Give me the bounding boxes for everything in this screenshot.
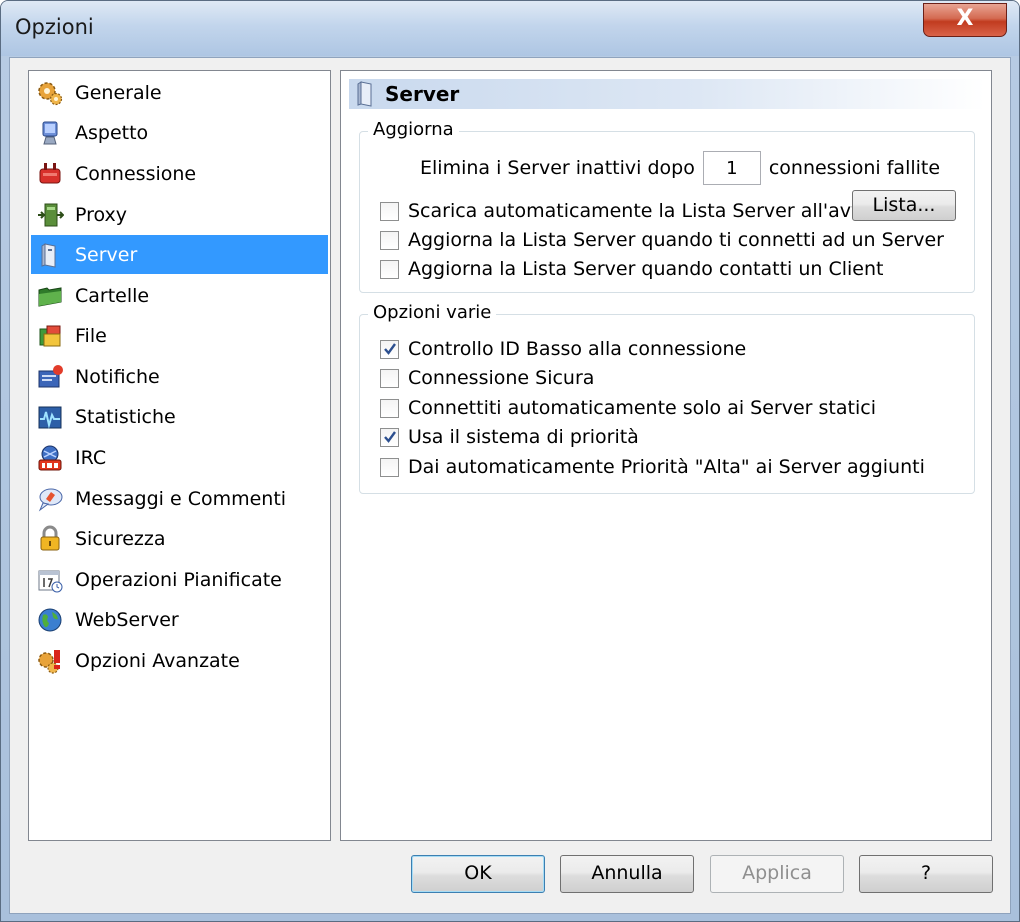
gears-icon [35,78,65,108]
sidebar-item-label: Cartelle [75,284,150,307]
remove-inactive-row: Elimina i Server inattivi dopo connessio… [420,151,940,185]
proxy-icon [35,200,65,230]
notification-icon [35,362,65,392]
group-title-opzioni-varie: Opzioni varie [368,302,497,323]
server-settings-panel: Server Aggiorna Elimina i Server inattiv… [340,70,992,841]
remove-inactive-suffix: connessioni fallite [768,157,941,179]
panel-title: Server [385,82,460,106]
statistics-icon [35,402,65,432]
sidebar-item-label: Statistiche [75,405,176,428]
lock-icon [35,524,65,554]
checkbox[interactable] [380,259,399,279]
dialog-client-area: Generale Aspetto Connessione Proxy Serve… [9,57,1011,914]
server-icon [355,80,379,108]
options-category-list: Generale Aspetto Connessione Proxy Serve… [28,70,331,841]
option-update-on-server-connect[interactable]: Aggiorna la Lista Server quando ti conne… [380,229,944,251]
sidebar-item-operazioni-pianificate[interactable]: Operazioni Pianificate [31,560,328,599]
server-list-button[interactable]: Lista... [852,190,956,221]
option-download-list-on-startup[interactable]: Scarica automaticamente la Lista Server … [380,200,879,222]
sidebar-item-generale[interactable]: Generale [31,73,328,112]
plug-icon [35,159,65,189]
checkbox-checked[interactable] [380,427,399,447]
sidebar-item-label: Opzioni Avanzate [75,649,240,672]
failed-connections-input[interactable] [702,151,761,185]
sidebar-item-statistiche[interactable]: Statistiche [31,397,328,436]
cancel-button[interactable]: Annulla [560,855,694,893]
sidebar-item-label: WebServer [75,608,179,631]
option-priority-system[interactable]: Usa il sistema di priorità [380,426,639,448]
sidebar-item-label: Operazioni Pianificate [75,568,282,591]
ok-button[interactable]: OK [411,855,545,893]
sidebar-item-label: IRC [75,446,107,469]
sidebar-item-label: Connessione [75,162,197,185]
sidebar-item-label: Aspetto [75,121,149,144]
option-update-on-client-contact[interactable]: Aggiorna la Lista Server quando contatti… [380,258,884,280]
option-label: Aggiorna la Lista Server quando contatti… [408,258,884,280]
sidebar-item-label: Messaggi e Commenti [75,487,287,510]
messages-icon [35,484,65,514]
option-label: Connettiti automaticamente solo ai Serve… [408,397,876,419]
sidebar-item-label: Generale [75,81,162,104]
sidebar-item-proxy[interactable]: Proxy [31,195,328,234]
irc-icon [35,443,65,473]
sidebar-item-label: Server [75,243,138,266]
sidebar-item-aspetto[interactable]: Aspetto [31,113,328,152]
sidebar-item-label: File [75,324,107,347]
title-bar[interactable]: Opzioni X [1,1,1019,56]
close-button[interactable]: X [923,3,1007,37]
option-high-priority-added[interactable]: Dai automaticamente Priorità "Alta" ai S… [380,456,925,478]
checkbox[interactable] [380,398,399,418]
checkbox-checked[interactable] [380,339,399,359]
monitor-icon [35,118,65,148]
option-auto-connect-static[interactable]: Connettiti automaticamente solo ai Serve… [380,397,876,419]
apply-button[interactable]: Applica [710,855,844,893]
remove-inactive-prefix: Elimina i Server inattivi dopo [420,157,695,179]
option-label: Connessione Sicura [408,367,595,389]
option-label: Controllo ID Basso alla connessione [408,338,747,360]
sidebar-item-cartelle[interactable]: Cartelle [31,276,328,315]
update-group: Aggiorna Elimina i Server inattivi dopo … [359,119,975,293]
checkbox[interactable] [380,230,399,250]
sidebar-item-file[interactable]: File [31,316,328,355]
sidebar-item-opzioni-avanzate[interactable]: Opzioni Avanzate [31,641,328,680]
folder-icon [35,281,65,311]
misc-options-group: Opzioni varie Controllo ID Basso alla co… [359,302,975,494]
sidebar-item-irc[interactable]: IRC [31,438,328,477]
sidebar-item-label: Notifiche [75,365,160,388]
option-label: Dai automaticamente Priorità "Alta" ai S… [408,456,925,478]
panel-header: Server [349,79,985,109]
calendar-icon [35,565,65,595]
checkbox[interactable] [380,457,399,477]
option-label: Usa il sistema di priorità [408,426,639,448]
advanced-options-icon [35,646,65,676]
window-title: Opzioni [15,15,94,39]
globe-icon [35,605,65,635]
checkbox[interactable] [380,368,399,388]
sidebar-item-webserver[interactable]: WebServer [31,600,328,639]
checkmark-icon [383,431,396,443]
help-button[interactable]: ? [859,855,993,893]
group-title-aggiorna: Aggiorna [368,119,459,140]
sidebar-item-label: Proxy [75,203,128,226]
sidebar-item-sicurezza[interactable]: Sicurezza [31,519,328,558]
sidebar-item-messaggi[interactable]: Messaggi e Commenti [31,479,328,518]
options-dialog: Opzioni X Generale Aspetto Connessione P… [0,0,1020,922]
sidebar-item-notifiche[interactable]: Notifiche [31,357,328,396]
checkmark-icon [383,343,396,355]
option-label: Aggiorna la Lista Server quando ti conne… [408,229,944,251]
option-label: Scarica automaticamente la Lista Server … [408,200,880,222]
option-low-id-check[interactable]: Controllo ID Basso alla connessione [380,338,746,360]
file-icon [35,321,65,351]
sidebar-item-connessione[interactable]: Connessione [31,154,328,193]
server-icon [35,240,65,270]
sidebar-item-server[interactable]: Server [31,235,328,274]
sidebar-item-label: Sicurezza [75,527,166,550]
checkbox[interactable] [380,201,399,221]
option-secure-connection[interactable]: Connessione Sicura [380,367,594,389]
